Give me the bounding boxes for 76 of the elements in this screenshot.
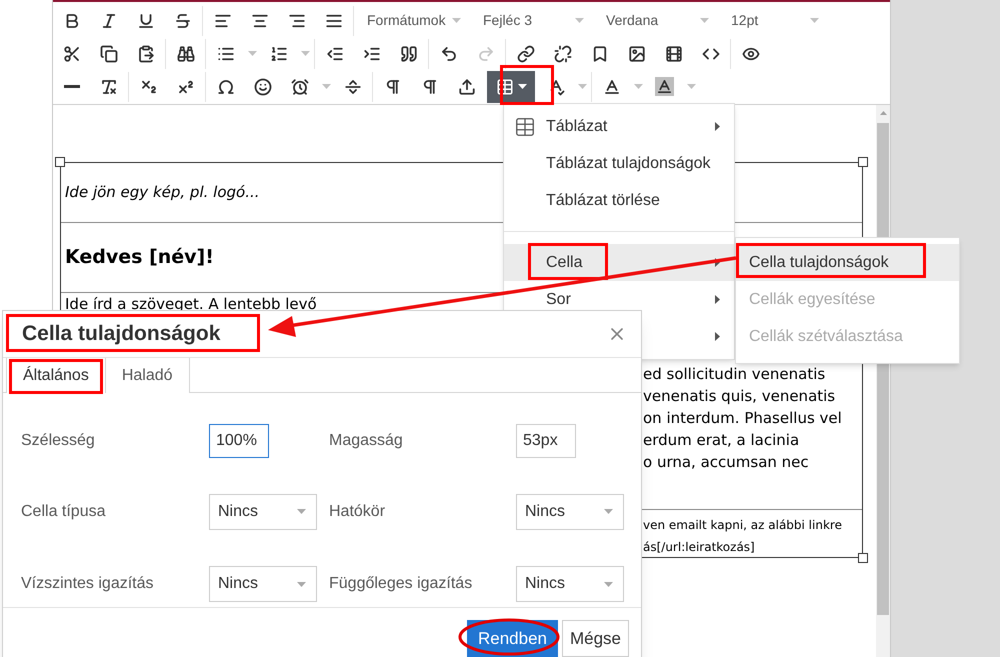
- footer-text: ven emailt kapni, az alábbi linkre: [643, 517, 843, 534]
- caret-icon: [452, 18, 461, 23]
- field-label: Cella típusa: [21, 502, 106, 522]
- alarm-clock-icon: [290, 78, 308, 96]
- menu-item[interactable]: Táblázat törlése: [504, 182, 734, 219]
- format-select[interactable]: Fejléc 3: [471, 6, 594, 36]
- caret-icon: [575, 18, 584, 23]
- field-label: Szélesség: [21, 430, 96, 451]
- field-label: Magasság: [329, 430, 404, 451]
- body-text: Ide írd a szöveget. A lentebb levő: [65, 294, 317, 313]
- caret-icon: [300, 51, 310, 56]
- format-select[interactable]: Formátumok: [355, 6, 471, 36]
- quote-icon: [400, 44, 418, 62]
- redo-icon: [476, 44, 494, 62]
- select-field[interactable]: Nincs: [516, 566, 624, 602]
- format-select[interactable]: 12pt: [719, 6, 829, 36]
- field-label: Függőleges igazítás: [329, 574, 474, 594]
- dialog-tab[interactable]: Haladó: [106, 358, 190, 393]
- input-field[interactable]: 53px: [516, 424, 576, 458]
- body-text: on interdum. Phasellus vel: [643, 408, 843, 429]
- highlight-frame: [500, 65, 554, 105]
- caret-icon: [248, 51, 256, 56]
- caret-icon: [604, 509, 613, 514]
- clear-formatting-icon: [100, 78, 118, 96]
- menu-item[interactable]: Táblázat tulajdonságok: [504, 145, 734, 182]
- undo-icon: [440, 44, 458, 62]
- background-color-icon: [655, 77, 674, 96]
- caret-icon: [700, 18, 709, 23]
- body-text: venenatis quis, venenatis: [643, 386, 836, 407]
- omega-icon: [216, 78, 234, 96]
- caret-icon: [578, 84, 586, 89]
- upload-icon: [458, 78, 476, 96]
- caret-icon: [634, 84, 642, 89]
- field-label: Vízszintes igazítás: [21, 574, 154, 594]
- resize-handle[interactable]: [858, 553, 868, 563]
- field-label: Hatókör: [329, 502, 386, 522]
- body-text: ed sollicitudin venenatis: [643, 364, 826, 385]
- film-icon: [664, 44, 682, 62]
- resize-handle[interactable]: [55, 157, 65, 167]
- caret-icon: [322, 84, 330, 89]
- caret-icon: [518, 84, 526, 89]
- placeholder-text: Ide jön egy kép, pl. logó...: [65, 182, 260, 204]
- caret-icon: [297, 509, 306, 514]
- caret-icon: [604, 582, 613, 587]
- select-field[interactable]: Nincs: [209, 566, 317, 602]
- input-field[interactable]: 100%: [209, 424, 269, 458]
- scissors-icon: [62, 44, 80, 62]
- strikethrough-icon: [174, 12, 192, 30]
- text-color-icon: [602, 78, 620, 96]
- format-select[interactable]: Verdana: [594, 6, 719, 36]
- greeting-heading: Kedves [név]!: [65, 245, 214, 270]
- table-button[interactable]: [487, 70, 535, 102]
- image-icon: [628, 44, 646, 62]
- page-break-icon: [344, 78, 362, 96]
- caret-icon: [297, 582, 306, 587]
- caret-icon: [810, 18, 819, 23]
- caret-icon: [686, 84, 696, 89]
- binoculars-icon: [176, 44, 194, 62]
- cancel-button[interactable]: Mégse: [562, 620, 629, 657]
- resize-handle[interactable]: [858, 157, 868, 167]
- smiley-icon: [254, 78, 272, 96]
- dialog-title: Cella tulajdonságok: [22, 322, 220, 346]
- table-icon: [514, 116, 536, 138]
- copy-icon: [100, 44, 118, 62]
- paste-icon: [136, 44, 154, 62]
- numbered-list-icon: [270, 44, 288, 62]
- menu-item[interactable]: Táblázat: [504, 108, 734, 145]
- table-icon: [496, 78, 514, 96]
- body-text: o urna, accumsan nec: [643, 452, 810, 473]
- select-field[interactable]: Nincs: [516, 494, 624, 530]
- underline-icon: [136, 12, 154, 30]
- link-icon: [516, 44, 534, 62]
- body-text: erdum erat, a lacinia: [643, 430, 800, 451]
- unlink-icon: [554, 44, 572, 62]
- footer-text: ás[/url:leiratkozás]: [643, 539, 756, 556]
- select-field[interactable]: Nincs: [209, 494, 317, 530]
